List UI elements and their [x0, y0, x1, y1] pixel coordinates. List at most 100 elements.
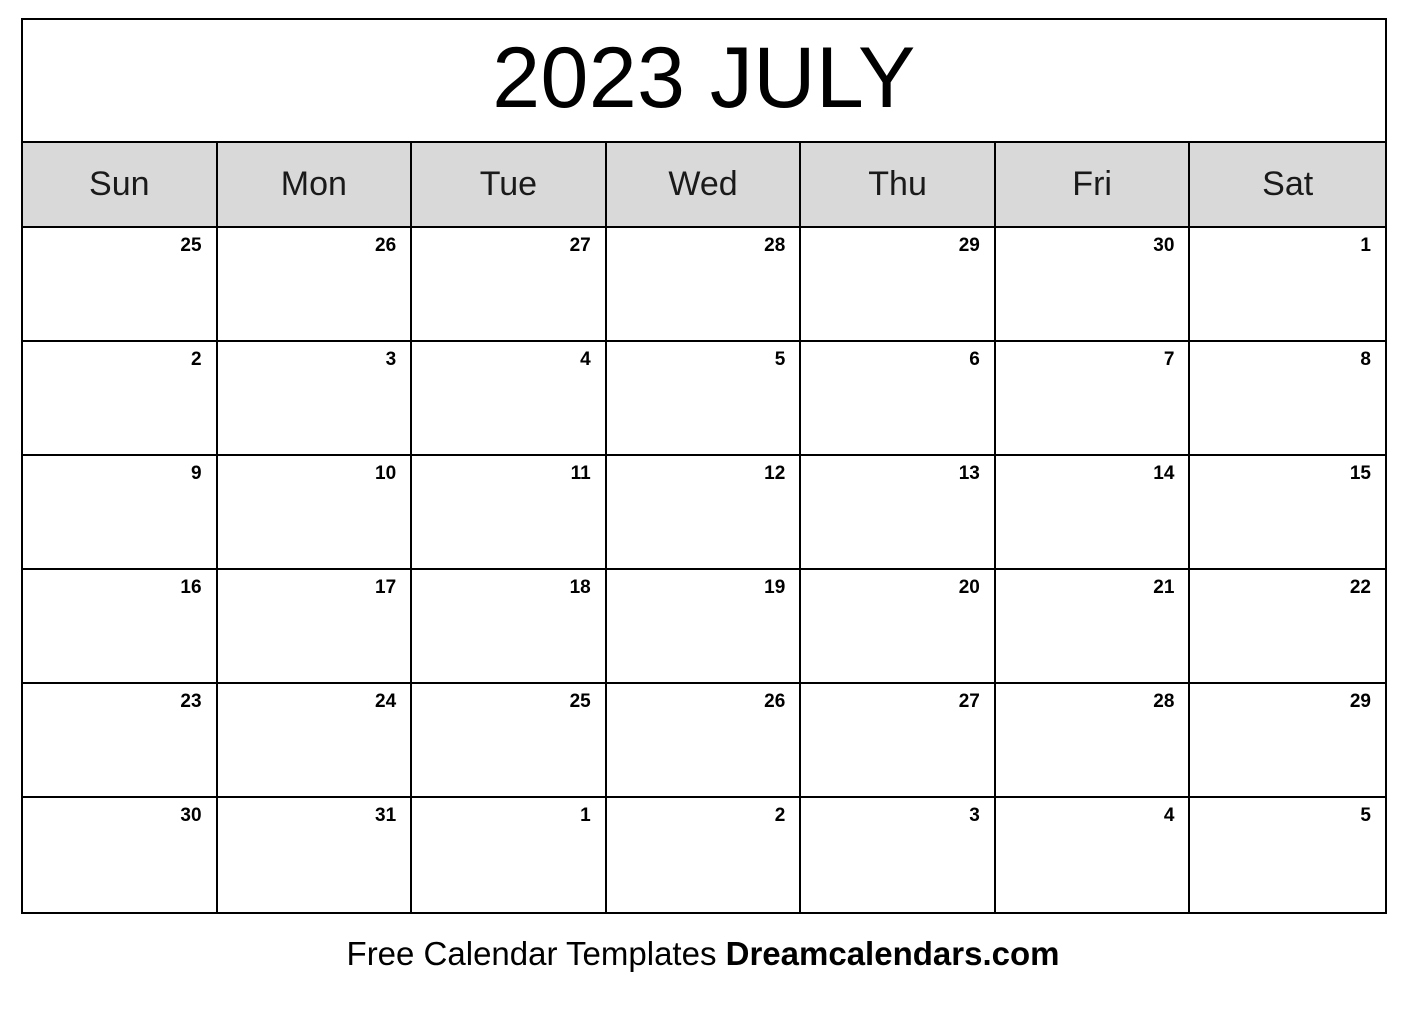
day-number: 12: [764, 463, 786, 484]
day-number: 8: [1360, 349, 1371, 370]
weekday-header-wed: Wed: [606, 143, 802, 226]
day-number: 13: [958, 463, 980, 484]
day-number: 29: [958, 235, 980, 256]
day-number: 5: [774, 349, 786, 370]
weekday-header-row: Sun Mon Tue Wed Thu Fri Sat: [23, 143, 1385, 228]
day-cell[interactable]: 5: [606, 342, 802, 454]
day-number: 2: [774, 805, 786, 826]
calendar-week-row: 25 26 27 28 29 30 1: [23, 228, 1385, 342]
day-number: 7: [1163, 349, 1175, 370]
day-number: 11: [570, 463, 591, 484]
weekday-label: Tue: [479, 165, 538, 203]
day-cell[interactable]: 4: [995, 798, 1191, 912]
calendar-title-band: 2023 JULY: [23, 20, 1385, 143]
day-cell[interactable]: 24: [217, 684, 413, 796]
day-cell[interactable]: 28: [606, 228, 802, 340]
day-number: 24: [375, 691, 397, 712]
day-number: 21: [1153, 577, 1175, 598]
day-number: 31: [375, 805, 397, 826]
footer-credit: Free Calendar Templates Dreamcalendars.c…: [0, 935, 1406, 973]
day-cell[interactable]: 8: [1190, 342, 1385, 454]
calendar-container: 2023 JULY Sun Mon Tue Wed Thu Fri Sat 25…: [21, 18, 1387, 914]
day-cell[interactable]: 30: [23, 798, 218, 912]
weekday-label: Thu: [868, 165, 927, 203]
weekday-label: Fri: [1072, 165, 1112, 203]
day-cell[interactable]: 26: [606, 684, 802, 796]
day-cell[interactable]: 16: [23, 570, 218, 682]
footer-site-link[interactable]: Dreamcalendars.com: [726, 935, 1060, 972]
day-cell[interactable]: 31: [217, 798, 413, 912]
day-cell[interactable]: 3: [801, 798, 996, 912]
day-number: 30: [180, 805, 202, 826]
day-number: 30: [1153, 235, 1175, 256]
day-cell[interactable]: 4: [412, 342, 607, 454]
day-cell[interactable]: 30: [995, 228, 1191, 340]
day-cell[interactable]: 2: [606, 798, 802, 912]
day-number: 5: [1360, 805, 1371, 826]
calendar-week-row: 2 3 4 5 6 7 8: [23, 342, 1385, 456]
day-cell[interactable]: 19: [606, 570, 802, 682]
day-cell[interactable]: 27: [412, 228, 607, 340]
day-number: 26: [375, 235, 397, 256]
weekday-label: Wed: [668, 165, 738, 203]
day-cell[interactable]: 29: [1190, 684, 1385, 796]
day-number: 15: [1349, 463, 1371, 484]
calendar-week-row: 16 17 18 19 20 21 22: [23, 570, 1385, 684]
day-number: 14: [1153, 463, 1175, 484]
footer-spacer: [716, 935, 725, 972]
day-cell[interactable]: 25: [23, 228, 218, 340]
day-cell[interactable]: 17: [217, 570, 413, 682]
day-cell[interactable]: 18: [412, 570, 607, 682]
day-cell[interactable]: 2: [23, 342, 218, 454]
weekday-header-mon: Mon: [217, 143, 413, 226]
day-number: 25: [569, 691, 591, 712]
day-cell[interactable]: 5: [1190, 798, 1385, 912]
day-cell[interactable]: 11: [412, 456, 607, 568]
day-number: 4: [1163, 805, 1175, 826]
weekday-label: Sat: [1262, 165, 1314, 203]
calendar-page: 2023 JULY Sun Mon Tue Wed Thu Fri Sat 25…: [0, 0, 1406, 1020]
calendar-weeks: 25 26 27 28 29 30 1 2 3 4 5 6 7 8 9 10 1…: [23, 228, 1385, 912]
day-number: 2: [190, 349, 202, 370]
weekday-header-thu: Thu: [801, 143, 996, 226]
day-cell[interactable]: 27: [801, 684, 996, 796]
calendar-week-row: 9 10 11 12 13 14 15: [23, 456, 1385, 570]
calendar-week-row: 30 31 1 2 3 4 5: [23, 798, 1385, 912]
day-number: 6: [969, 349, 980, 370]
weekday-label: Sun: [89, 165, 150, 203]
day-cell[interactable]: 9: [23, 456, 218, 568]
day-cell[interactable]: 10: [217, 456, 413, 568]
weekday-header-sun: Sun: [23, 143, 218, 226]
weekday-label: Mon: [280, 165, 347, 203]
day-cell[interactable]: 13: [801, 456, 996, 568]
day-cell[interactable]: 20: [801, 570, 996, 682]
footer-tagline: Free Calendar Templates: [346, 935, 717, 972]
day-cell[interactable]: 25: [412, 684, 607, 796]
day-cell[interactable]: 26: [217, 228, 413, 340]
day-number: 18: [569, 577, 591, 598]
day-cell[interactable]: 21: [995, 570, 1191, 682]
day-cell[interactable]: 12: [606, 456, 802, 568]
day-cell[interactable]: 3: [217, 342, 413, 454]
calendar-week-row: 23 24 25 26 27 28 29: [23, 684, 1385, 798]
page-title: 2023 JULY: [492, 29, 916, 126]
day-number: 23: [180, 691, 202, 712]
day-cell[interactable]: 1: [412, 798, 607, 912]
day-cell[interactable]: 28: [995, 684, 1191, 796]
day-cell[interactable]: 22: [1190, 570, 1385, 682]
day-cell[interactable]: 14: [995, 456, 1191, 568]
weekday-header-sat: Sat: [1190, 143, 1385, 226]
day-number: 3: [969, 805, 980, 826]
day-cell[interactable]: 29: [801, 228, 996, 340]
day-number: 22: [1349, 577, 1371, 598]
day-cell[interactable]: 23: [23, 684, 218, 796]
day-cell[interactable]: 15: [1190, 456, 1385, 568]
weekday-header-tue: Tue: [412, 143, 607, 226]
day-number: 10: [375, 463, 397, 484]
day-number: 19: [764, 577, 786, 598]
day-cell[interactable]: 1: [1190, 228, 1385, 340]
day-number: 28: [1153, 691, 1175, 712]
day-cell[interactable]: 6: [801, 342, 996, 454]
weekday-header-fri: Fri: [995, 143, 1191, 226]
day-cell[interactable]: 7: [995, 342, 1191, 454]
